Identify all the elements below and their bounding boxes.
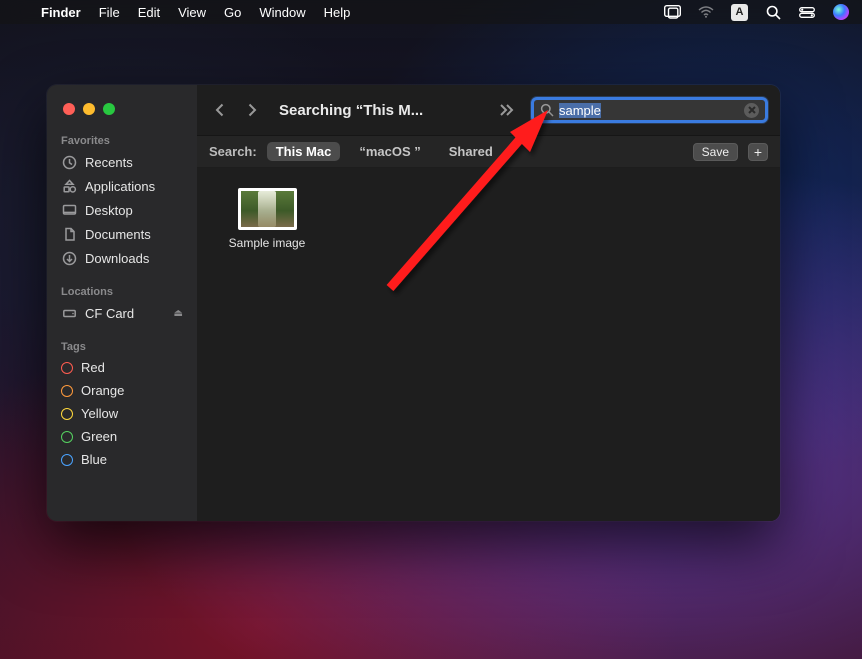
sidebar-item-label: Orange: [81, 383, 124, 398]
scope-label: Search:: [209, 144, 257, 159]
sidebar-item-recents[interactable]: Recents: [47, 150, 197, 174]
sidebar-section-tags: Tags: [47, 335, 197, 356]
search-field[interactable]: [531, 97, 768, 123]
window-title: Searching “This M...: [279, 102, 423, 119]
scope-current-folder[interactable]: “macOS ”: [350, 142, 429, 161]
results-area[interactable]: Sample image: [197, 168, 780, 521]
drive-icon: [61, 305, 77, 321]
scope-this-mac[interactable]: This Mac: [267, 142, 341, 161]
menu-go[interactable]: Go: [215, 5, 250, 20]
tag-dot-icon: [61, 385, 73, 397]
nav-forward-button[interactable]: [241, 99, 263, 121]
sidebar-item-label: Red: [81, 360, 105, 375]
tag-dot-icon: [61, 454, 73, 466]
nav-back-button[interactable]: [209, 99, 231, 121]
file-thumbnail: [238, 188, 297, 230]
search-scope-bar: Search: This Mac “macOS ” Shared Save +: [197, 136, 780, 168]
tag-dot-icon: [61, 431, 73, 443]
sidebar-item-label: Yellow: [81, 406, 118, 421]
sidebar-tag-red[interactable]: Red: [47, 356, 197, 379]
eject-icon[interactable]: ⏏: [174, 308, 183, 319]
document-icon: [61, 226, 77, 242]
app-menu[interactable]: Finder: [32, 5, 90, 20]
finder-main: Searching “This M... Search: This Mac “m…: [197, 85, 780, 521]
sidebar-section-locations: Locations: [47, 280, 197, 301]
desktop-icon: [61, 202, 77, 218]
sidebar-tag-green[interactable]: Green: [47, 425, 197, 448]
finder-window: Favorites Recents Applications Desktop D…: [47, 85, 780, 521]
tag-dot-icon: [61, 408, 73, 420]
sidebar: Favorites Recents Applications Desktop D…: [47, 85, 197, 521]
clock-icon: [61, 154, 77, 170]
minimize-window-button[interactable]: [83, 103, 95, 115]
siri-icon[interactable]: [832, 3, 850, 21]
fullscreen-window-button[interactable]: [103, 103, 115, 115]
sidebar-item-label: Desktop: [85, 203, 133, 218]
menu-file[interactable]: File: [90, 5, 129, 20]
sidebar-item-downloads[interactable]: Downloads: [47, 246, 197, 270]
search-input[interactable]: [554, 103, 744, 118]
menu-window[interactable]: Window: [250, 5, 314, 20]
sidebar-item-label: Applications: [85, 179, 155, 194]
sidebar-item-documents[interactable]: Documents: [47, 222, 197, 246]
close-window-button[interactable]: [63, 103, 75, 115]
clear-search-button[interactable]: [744, 103, 759, 118]
result-file[interactable]: Sample image: [217, 188, 317, 250]
sidebar-item-label: Downloads: [85, 251, 149, 266]
sidebar-item-desktop[interactable]: Desktop: [47, 198, 197, 222]
menu-edit[interactable]: Edit: [129, 5, 169, 20]
screen-mirroring-icon[interactable]: [663, 3, 681, 21]
toolbar: Searching “This M...: [197, 85, 780, 136]
tag-dot-icon: [61, 362, 73, 374]
sidebar-item-label: Recents: [85, 155, 133, 170]
sidebar-item-label: CF Card: [85, 306, 134, 321]
sidebar-item-applications[interactable]: Applications: [47, 174, 197, 198]
spotlight-icon[interactable]: [764, 3, 782, 21]
sidebar-tag-blue[interactable]: Blue: [47, 448, 197, 471]
toolbar-overflow-button[interactable]: [499, 103, 515, 117]
sidebar-item-label: Documents: [85, 227, 151, 242]
download-icon: [61, 250, 77, 266]
file-name-label: Sample image: [229, 236, 306, 250]
sidebar-tag-orange[interactable]: Orange: [47, 379, 197, 402]
menu-view[interactable]: View: [169, 5, 215, 20]
search-icon: [540, 103, 554, 117]
input-source-badge[interactable]: A: [731, 4, 748, 21]
scope-shared[interactable]: Shared: [440, 142, 502, 161]
menu-help[interactable]: Help: [315, 5, 360, 20]
save-search-button[interactable]: Save: [693, 143, 738, 161]
traffic-lights: [63, 103, 115, 115]
sidebar-item-cfcard[interactable]: CF Card ⏏: [47, 301, 197, 325]
sidebar-section-favorites: Favorites: [47, 129, 197, 150]
control-center-icon[interactable]: [798, 3, 816, 21]
add-criteria-button[interactable]: +: [748, 143, 768, 161]
sidebar-tag-yellow[interactable]: Yellow: [47, 402, 197, 425]
sidebar-item-label: Green: [81, 429, 117, 444]
sidebar-item-label: Blue: [81, 452, 107, 467]
menubar: Finder File Edit View Go Window Help A: [0, 0, 862, 24]
apps-icon: [61, 178, 77, 194]
wifi-icon[interactable]: [697, 3, 715, 21]
